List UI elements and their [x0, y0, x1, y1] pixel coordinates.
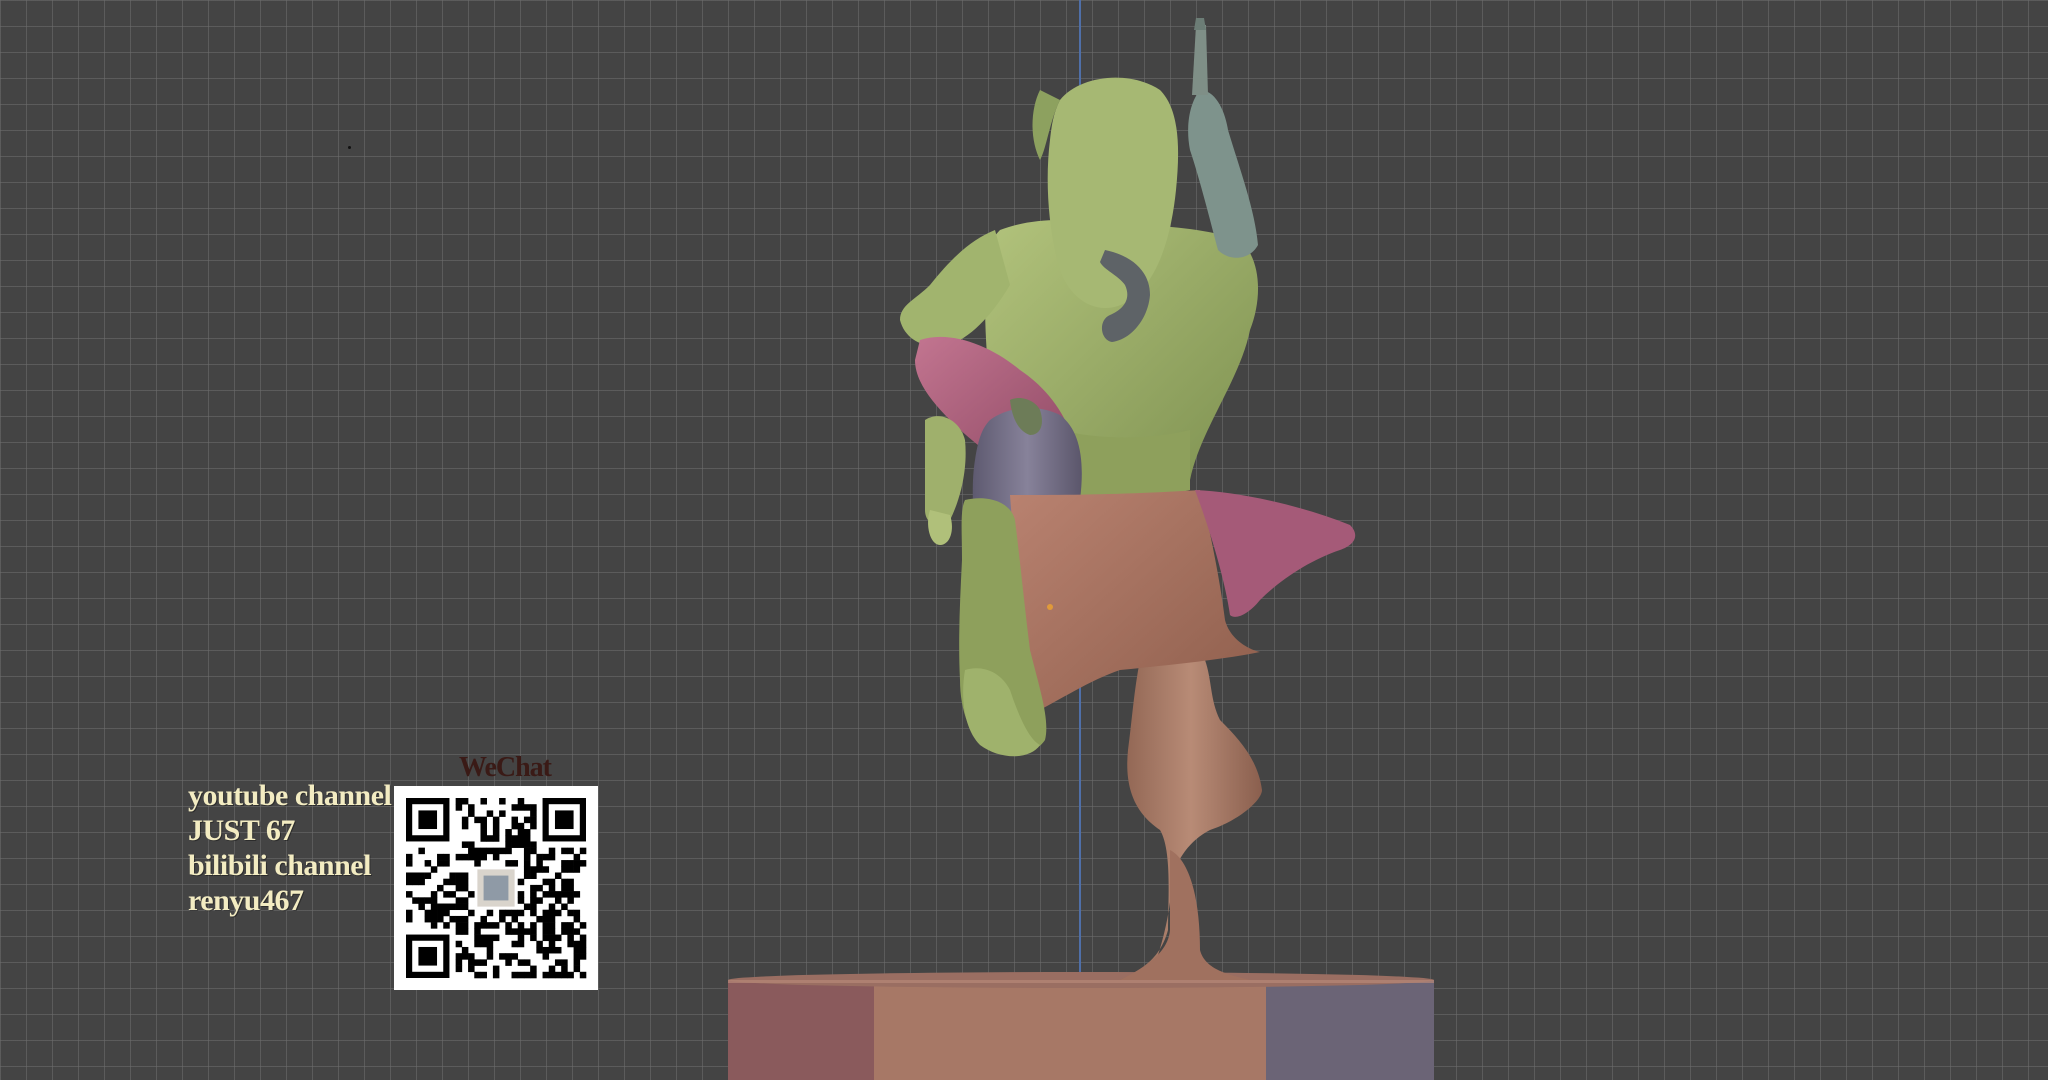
channel-line-youtube-name: JUST 67 — [188, 814, 295, 847]
wechat-label: WeChat — [459, 752, 552, 783]
sculpt-viewport[interactable]: youtube channel JUST 67 bilibili channel… — [0, 0, 2048, 1080]
sculpt-model[interactable] — [0, 0, 2048, 1080]
qr-code-icon — [406, 798, 587, 979]
raised-arm — [1188, 18, 1258, 258]
channel-line-bilibili: bilibili channel — [188, 849, 371, 882]
channel-info: youtube channel JUST 67 bilibili channel… — [188, 778, 392, 918]
pedestal-base — [728, 972, 1434, 1080]
channel-line-youtube: youtube channel — [188, 779, 392, 812]
wechat-qr-code — [394, 786, 598, 990]
model-detail-dot — [1047, 604, 1053, 610]
standing-leg — [1120, 660, 1262, 980]
channel-line-bilibili-name: renyu467 — [188, 884, 304, 917]
